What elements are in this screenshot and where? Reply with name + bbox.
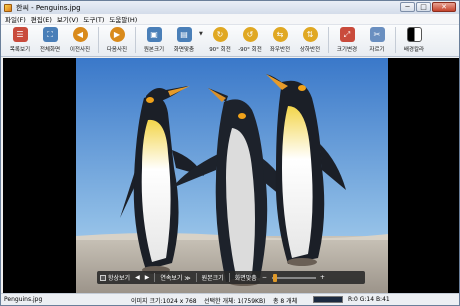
flip-horizontal-icon: ⇆ bbox=[272, 27, 288, 42]
fullscreen-label: 전체화면 bbox=[39, 47, 61, 53]
maximize-button[interactable]: □ bbox=[416, 2, 431, 12]
controls-separator bbox=[228, 273, 230, 282]
resize-icon: ⤢ bbox=[339, 27, 355, 42]
overlay-original-size-button[interactable]: 원본크기 bbox=[202, 273, 224, 282]
menu-edit[interactable]: 편집(E) bbox=[31, 14, 52, 24]
always-show-label: 항상보기 bbox=[108, 275, 131, 282]
menu-bar: 파일(F) 편집(E) 보기(V) 도구(T) 도움말(H) bbox=[1, 14, 459, 25]
controls-separator bbox=[154, 273, 156, 282]
rotate-ccw-label: -90° 회전 bbox=[238, 47, 262, 53]
fit-screen-label: 화면맞춤 bbox=[173, 47, 195, 53]
background-color-icon bbox=[406, 27, 422, 42]
resize-label: 크기변경 bbox=[336, 47, 358, 53]
prev-photo-label: 이전사진 bbox=[69, 47, 91, 53]
menu-file[interactable]: 파일(F) bbox=[5, 14, 26, 24]
fit-screen-icon: ▤ bbox=[176, 27, 192, 42]
prev-photo-icon: ◀ bbox=[72, 27, 88, 42]
toolbar: ☰ 목록보기 ⛶ 전체화면 ◀ 이전사진 ▶ 다음사진 ▣ 원본크기 ▤ 화면맞… bbox=[1, 25, 459, 57]
flip-vertical-button[interactable]: ⇅ 상하반전 bbox=[295, 25, 325, 56]
flip-horizontal-button[interactable]: ⇆ 좌우반전 bbox=[265, 25, 295, 56]
list-view-label: 목록보기 bbox=[9, 47, 31, 53]
original-size-button[interactable]: ▣ 원본크기 bbox=[139, 25, 169, 56]
status-bar: Penguins.jpg 이미지 크기:1024 x 768 선택한 개체: 1… bbox=[1, 293, 459, 305]
crop-icon: ✂ bbox=[369, 27, 385, 42]
rotate-ccw-icon: ↺ bbox=[242, 27, 258, 42]
title-bar[interactable]: 한씨 - Penguins.jpg ─ □ ✕ bbox=[1, 1, 459, 14]
app-window: 한씨 - Penguins.jpg ─ □ ✕ 파일(F) 편집(E) 보기(V… bbox=[0, 0, 460, 306]
rotate-cw-label: 90° 회전 bbox=[209, 47, 231, 53]
list-view-button[interactable]: ☰ 목록보기 bbox=[5, 25, 35, 56]
fit-screen-button[interactable]: ▤ 화면맞춤 bbox=[169, 25, 199, 56]
penguins-photo bbox=[76, 58, 388, 293]
list-icon: ☰ bbox=[12, 27, 28, 42]
zoom-in-icon[interactable]: + bbox=[320, 274, 325, 281]
toolbar-separator bbox=[395, 27, 396, 53]
fullscreen-button[interactable]: ⛶ 전체화면 bbox=[35, 25, 65, 56]
status-total: 총 8 개체 bbox=[273, 298, 298, 305]
status-filename: Penguins.jpg bbox=[4, 296, 43, 303]
crop-button[interactable]: ✂ 자르기 bbox=[362, 25, 392, 56]
prev-photo-button[interactable]: ◀ 이전사진 bbox=[65, 25, 95, 56]
window-controls: ─ □ ✕ bbox=[400, 2, 456, 12]
menu-tools[interactable]: 도구(T) bbox=[83, 14, 104, 24]
controls-separator bbox=[195, 273, 197, 282]
crop-label: 자르기 bbox=[369, 47, 385, 53]
resize-button[interactable]: ⤢ 크기변경 bbox=[332, 25, 362, 56]
menu-help[interactable]: 도움말(H) bbox=[109, 14, 137, 24]
next-photo-button[interactable]: ▶ 다음사진 bbox=[102, 25, 132, 56]
next-photo-label: 다음사진 bbox=[106, 47, 128, 53]
original-size-label: 원본크기 bbox=[143, 47, 165, 53]
status-selected: 선택한 개체: 1(759KB) bbox=[204, 298, 266, 305]
zoom-slider-thumb[interactable] bbox=[272, 273, 277, 282]
menu-view[interactable]: 보기(V) bbox=[57, 14, 78, 24]
rotate-cw-icon: ↻ bbox=[212, 27, 228, 42]
background-color-button[interactable]: 배경칼라 bbox=[399, 25, 429, 56]
overlay-fit-screen-button[interactable]: 화면맞춤 bbox=[235, 273, 257, 282]
window-title: 한씨 - Penguins.jpg bbox=[16, 3, 81, 12]
flip-vertical-label: 상하반전 bbox=[299, 47, 321, 53]
image-viewer[interactable] bbox=[3, 58, 459, 293]
close-button[interactable]: ✕ bbox=[432, 2, 456, 12]
prev-arrow-icon[interactable]: ◀ bbox=[135, 274, 140, 281]
flip-vertical-icon: ⇅ bbox=[302, 27, 318, 42]
checkbox-icon[interactable] bbox=[100, 274, 106, 281]
status-color-readout: R:0 G:14 B:41 bbox=[348, 296, 390, 303]
minimize-button[interactable]: ─ bbox=[400, 2, 415, 12]
original-size-icon: ▣ bbox=[146, 27, 162, 42]
toolbar-separator bbox=[98, 27, 99, 53]
slideshow-button[interactable]: 연속보기 ≫ bbox=[160, 273, 190, 282]
flip-horizontal-label: 좌우반전 bbox=[269, 47, 291, 53]
toolbar-separator bbox=[135, 27, 136, 53]
app-icon bbox=[4, 3, 12, 12]
background-color-label: 배경칼라 bbox=[403, 47, 425, 53]
always-show-toggle[interactable]: 항상보기 bbox=[100, 273, 130, 282]
next-photo-icon: ▶ bbox=[109, 27, 125, 42]
rotate-cw-button[interactable]: ↻ 90° 회전 bbox=[205, 25, 235, 56]
fullscreen-icon: ⛶ bbox=[42, 27, 58, 42]
next-arrow-icon[interactable]: ▶ bbox=[145, 274, 150, 281]
status-image-size: 이미지 크기:1024 x 768 bbox=[131, 298, 197, 305]
zoom-slider[interactable] bbox=[271, 273, 316, 282]
color-swatch bbox=[313, 296, 343, 303]
rotate-ccw-button[interactable]: ↺ -90° 회전 bbox=[235, 25, 265, 56]
zoom-out-icon[interactable]: − bbox=[262, 274, 267, 281]
viewer-controls-bar: 항상보기 ◀ ▶ 연속보기 ≫ 원본크기 화면맞춤 − + bbox=[97, 271, 365, 284]
toolbar-separator bbox=[328, 27, 329, 53]
